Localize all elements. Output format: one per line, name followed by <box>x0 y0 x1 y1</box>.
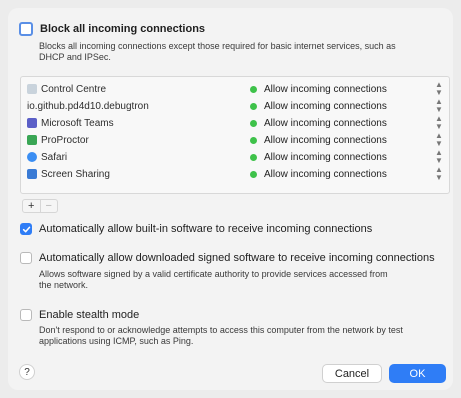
add-app-button[interactable]: + <box>23 200 41 212</box>
connection-status-select[interactable]: Allow incoming connections <box>264 169 387 180</box>
updown-chevron-icon[interactable]: ▲ ▼ <box>435 98 443 114</box>
connection-status-select[interactable]: Allow incoming connections <box>264 101 387 112</box>
auto-signed-label: Automatically allow downloaded signed so… <box>39 252 435 264</box>
app-row[interactable]: Safari Allow incoming connections ▲ ▼ <box>21 149 449 165</box>
status-green-dot-icon <box>250 119 257 127</box>
status-green-dot-icon <box>250 102 257 110</box>
stealth-mode-checkbox[interactable] <box>20 309 32 321</box>
stealth-mode-description: Don't respond to or acknowledge attempts… <box>39 325 403 347</box>
ok-button[interactable]: OK <box>389 364 446 383</box>
app-row[interactable]: Screen Sharing Allow incoming connection… <box>21 166 449 182</box>
status-green-dot-icon <box>250 170 257 178</box>
stealth-mode-row[interactable]: Enable stealth mode <box>20 309 139 321</box>
status-green-dot-icon <box>250 136 257 144</box>
app-row[interactable]: Microsoft Teams Allow incoming connectio… <box>21 115 449 131</box>
updown-chevron-icon[interactable]: ▲ ▼ <box>435 115 443 131</box>
app-name: Safari <box>41 151 68 163</box>
app-name: Screen Sharing <box>41 168 110 180</box>
updown-chevron-icon[interactable]: ▲ ▼ <box>435 81 443 97</box>
connection-status-select[interactable]: Allow incoming connections <box>264 118 387 129</box>
block-all-checkbox[interactable] <box>19 22 33 36</box>
remove-app-button[interactable]: − <box>41 200 58 212</box>
auto-signed-row[interactable]: Automatically allow downloaded signed so… <box>20 252 435 264</box>
stealth-mode-label: Enable stealth mode <box>39 309 140 321</box>
updown-chevron-icon[interactable]: ▲ ▼ <box>435 149 443 165</box>
app-name: Control Centre <box>41 83 107 95</box>
connection-status-select[interactable]: Allow incoming connections <box>264 152 387 163</box>
auto-signed-description-line: Allows software signed by a valid certif… <box>39 269 388 279</box>
app-list[interactable]: Control Centre Allow incoming connection… <box>20 76 450 194</box>
app-row[interactable]: Control Centre Allow incoming connection… <box>21 81 449 97</box>
control-centre-icon <box>27 84 37 94</box>
block-all-row[interactable]: Block all incoming connections <box>19 22 205 36</box>
cancel-button[interactable]: Cancel <box>322 364 382 383</box>
auto-signed-checkbox[interactable] <box>20 252 32 264</box>
block-all-description-line: DHCP and IPSec. <box>39 52 111 62</box>
updown-chevron-icon[interactable]: ▲ ▼ <box>435 166 443 182</box>
app-row[interactable]: io.github.pd4d10.debugtron Allow incomin… <box>21 98 449 114</box>
screen-sharing-icon <box>27 169 37 179</box>
app-name: io.github.pd4d10.debugtron <box>27 100 149 112</box>
auto-signed-description-line: the network. <box>39 280 89 290</box>
app-name: Microsoft Teams <box>41 117 114 129</box>
auto-builtin-label: Automatically allow built-in software to… <box>39 223 373 235</box>
checkmark-icon <box>22 226 30 232</box>
app-row[interactable]: ProProctor Allow incoming connections ▲ ▼ <box>21 132 449 148</box>
app-name: ProProctor <box>41 134 89 146</box>
status-green-dot-icon <box>250 153 257 161</box>
help-button[interactable]: ? <box>19 364 35 380</box>
safari-icon <box>27 152 37 162</box>
block-all-description: Blocks all incoming connections except t… <box>39 41 396 63</box>
proproctor-icon <box>27 135 37 145</box>
connection-status-select[interactable]: Allow incoming connections <box>264 84 387 95</box>
auto-signed-description: Allows software signed by a valid certif… <box>39 269 388 291</box>
block-all-label: Block all incoming connections <box>40 23 206 35</box>
auto-builtin-checkbox[interactable] <box>20 223 32 235</box>
status-green-dot-icon <box>250 85 257 93</box>
stealth-mode-description-line: applications using ICMP, such as Ping. <box>39 336 194 346</box>
stealth-mode-description-line: Don't respond to or acknowledge attempts… <box>39 325 403 335</box>
connection-status-select[interactable]: Allow incoming connections <box>264 135 387 146</box>
add-remove-control: + − <box>22 199 58 213</box>
updown-chevron-icon[interactable]: ▲ ▼ <box>435 132 443 148</box>
auto-builtin-row[interactable]: Automatically allow built-in software to… <box>20 223 372 235</box>
firewall-options-sheet: Block all incoming connections Blocks al… <box>0 0 461 398</box>
block-all-description-line: Blocks all incoming connections except t… <box>39 41 396 51</box>
microsoft-teams-icon <box>27 118 37 128</box>
